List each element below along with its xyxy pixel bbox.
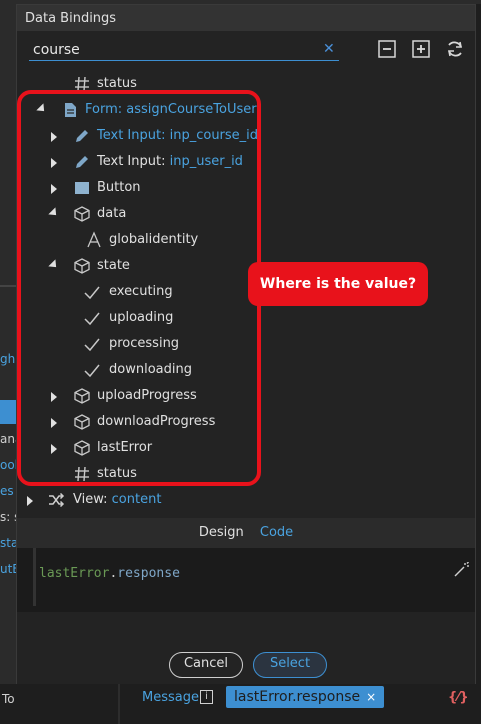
expanded-arrow-icon[interactable] xyxy=(48,259,60,271)
tree-item-type: View: xyxy=(73,492,112,507)
tree-item-label: executing xyxy=(109,284,173,299)
tree-item-label: processing xyxy=(109,336,180,351)
tree-item-type: Text Input: xyxy=(97,128,170,143)
expanded-arrow-icon[interactable] xyxy=(36,103,48,115)
background-fragment: es xyxy=(0,484,14,498)
remove-binding-icon[interactable]: × xyxy=(366,690,376,704)
button-square-icon xyxy=(73,179,91,197)
pencil-icon xyxy=(73,153,91,171)
tree-item-label: data xyxy=(97,206,127,221)
tree-item-name: inp_user_id xyxy=(169,154,243,169)
form-document-icon xyxy=(61,101,79,119)
hash-icon xyxy=(73,75,91,93)
binding-chip[interactable]: lastError.response × xyxy=(226,686,385,708)
magic-wand-icon[interactable] xyxy=(453,561,469,578)
hash-icon xyxy=(73,465,91,483)
check-icon xyxy=(83,361,101,379)
tree-item-uploading[interactable]: uploading xyxy=(17,305,457,331)
cube-icon xyxy=(73,413,91,431)
tree-item-text-input-user[interactable]: Text Input: inp_user_id xyxy=(17,149,457,175)
tree-item-label: status xyxy=(97,76,137,91)
search-row: ✕ xyxy=(17,33,475,67)
collapsed-arrow-icon[interactable] xyxy=(51,158,57,168)
annotation-callout: Where is the value? xyxy=(248,262,428,306)
tree-item-downloadprogress[interactable]: downloadProgress xyxy=(17,409,457,435)
dialog-title: Data Bindings xyxy=(17,5,475,31)
cube-icon xyxy=(73,257,91,275)
background-fragment: gh xyxy=(0,352,16,366)
expanded-arrow-icon[interactable] xyxy=(48,207,60,219)
data-bindings-dialog: Data Bindings ✕ status Form: assignCou xyxy=(16,4,476,685)
message-label: Message xyxy=(142,690,199,705)
check-icon xyxy=(83,283,101,301)
shuffle-icon xyxy=(47,491,65,509)
text-type-icon xyxy=(85,231,103,249)
pencil-icon xyxy=(73,127,91,145)
code-expression[interactable]: lastError.response xyxy=(39,566,180,581)
collapsed-arrow-icon[interactable] xyxy=(51,444,57,454)
tree-item-button[interactable]: Button xyxy=(17,175,457,201)
binding-chip-value: lastError.response xyxy=(234,689,361,705)
cube-icon xyxy=(73,205,91,223)
tree-item-label: Button xyxy=(97,180,141,195)
info-icon[interactable]: i xyxy=(200,690,213,704)
tree-item-uploadprogress[interactable]: uploadProgress xyxy=(17,383,457,409)
tree-item-label: Form: assignCourseToUser xyxy=(85,102,257,117)
code-object: lastError xyxy=(39,566,110,581)
check-icon xyxy=(83,309,101,327)
collapsed-arrow-icon[interactable] xyxy=(51,418,57,428)
tree-item-label: state xyxy=(97,258,130,273)
tree-item-lasterror[interactable]: lastError xyxy=(17,435,457,461)
clear-search-icon[interactable]: ✕ xyxy=(323,41,335,57)
tree-item-name: content xyxy=(111,492,162,507)
tree-item-view[interactable]: View: content xyxy=(17,487,457,513)
collapse-all-icon[interactable] xyxy=(377,39,397,59)
tree-item-label: Text Input: inp_user_id xyxy=(97,149,243,175)
editor-tabs: Design Code xyxy=(17,518,475,548)
collapsed-arrow-icon[interactable] xyxy=(27,496,33,506)
tree-item-label: View: content xyxy=(73,487,161,513)
check-icon xyxy=(83,335,101,353)
tree-item-status-top[interactable]: status xyxy=(17,71,457,97)
tree-item-label: globalidentity xyxy=(109,232,199,247)
search-input[interactable] xyxy=(29,39,339,61)
tree-item-data[interactable]: data xyxy=(17,201,457,227)
tree-item-label: Text Input: inp_course_id xyxy=(97,123,258,149)
dialog-footer: Cancel Select xyxy=(17,612,475,685)
tab-code[interactable]: Code xyxy=(260,525,293,540)
background-selected-item xyxy=(0,400,16,424)
dynamic-data-icon[interactable]: {⁄} xyxy=(448,690,469,705)
tree-item-globalidentity[interactable]: globalidentity xyxy=(17,227,457,253)
cube-icon xyxy=(73,387,91,405)
background-properties-row: To Message i lastError.response × {⁄} xyxy=(0,684,481,724)
editor-gutter xyxy=(33,548,36,606)
tab-design[interactable]: Design xyxy=(199,525,244,540)
tree-item-processing[interactable]: processing xyxy=(17,331,457,357)
refresh-icon[interactable] xyxy=(445,39,465,59)
collapsed-arrow-icon[interactable] xyxy=(51,132,57,142)
tree-item-type: Text Input: xyxy=(97,154,170,169)
tree-item-label: lastError xyxy=(97,440,153,455)
expand-all-icon[interactable] xyxy=(411,39,431,59)
cancel-button[interactable]: Cancel xyxy=(169,652,243,678)
code-editor[interactable]: lastError.response xyxy=(17,548,475,612)
collapsed-arrow-icon[interactable] xyxy=(51,392,57,402)
tree-item-label: uploading xyxy=(109,310,174,325)
tree-item-label: status xyxy=(97,466,137,481)
tree-item-form[interactable]: Form: assignCourseToUser xyxy=(17,97,457,123)
divider xyxy=(118,684,120,724)
tree-item-label: uploadProgress xyxy=(97,388,197,403)
collapsed-arrow-icon[interactable] xyxy=(51,184,57,194)
tree-item-name: inp_course_id xyxy=(169,128,259,143)
tree-item-status[interactable]: status xyxy=(17,461,457,487)
tree-item-text-input-course[interactable]: Text Input: inp_course_id xyxy=(17,123,457,149)
code-property: response xyxy=(117,566,180,581)
to-label: To xyxy=(2,692,15,706)
select-button[interactable]: Select xyxy=(253,652,327,678)
cube-icon xyxy=(73,439,91,457)
tree-item-label: downloadProgress xyxy=(97,414,216,429)
tree-item-downloading[interactable]: downloading xyxy=(17,357,457,383)
tree-item-label: downloading xyxy=(109,362,192,377)
